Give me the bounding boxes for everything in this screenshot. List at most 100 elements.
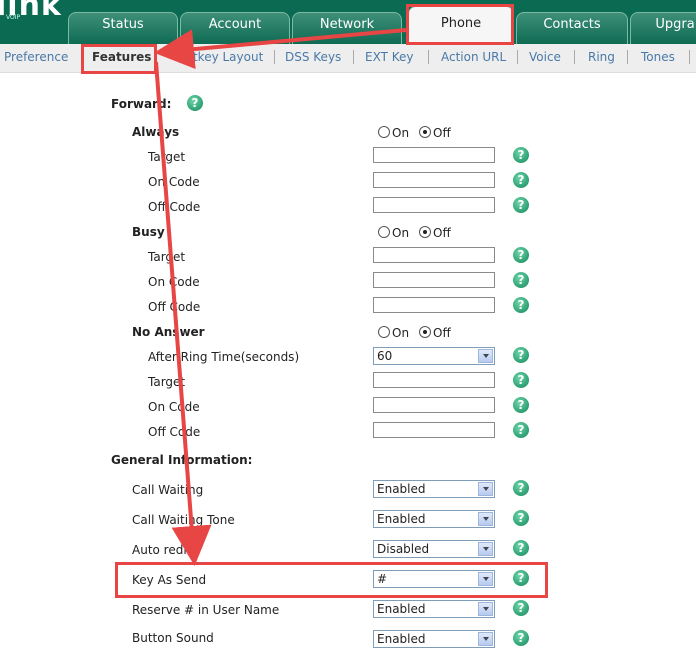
help-icon[interactable]: ? — [513, 197, 529, 213]
always-target-label: Target — [148, 150, 186, 164]
busy-off-code-input[interactable] — [373, 297, 495, 313]
brand-logo-sub: VOIP — [6, 14, 21, 21]
no-answer-target-label: Target — [148, 375, 186, 389]
always-off-radio[interactable] — [419, 126, 431, 138]
reserve-hash-select[interactable]: Enabled — [373, 600, 495, 618]
busy-off-radio[interactable] — [419, 226, 431, 238]
no-answer-on-code-label: On Code — [148, 400, 200, 414]
tab-contacts[interactable]: Contacts — [516, 12, 628, 44]
always-off-label: Off — [433, 126, 451, 140]
tab-status[interactable]: Status — [68, 12, 178, 44]
subnav-divider — [689, 50, 690, 64]
no-answer-on-radio[interactable] — [378, 326, 390, 338]
forward-section-title: Forward: — [111, 97, 172, 111]
chevron-down-icon[interactable] — [478, 512, 493, 526]
after-ring-time-select[interactable]: 60 — [373, 347, 495, 365]
no-answer-target-input[interactable] — [373, 372, 495, 388]
general-section-title: General Information: — [111, 453, 253, 467]
help-icon[interactable]: ? — [513, 172, 529, 188]
help-icon[interactable]: ? — [513, 272, 529, 288]
tab-upgrade[interactable]: Upgra — [630, 12, 696, 44]
busy-target-input[interactable] — [373, 247, 495, 263]
no-answer-off-code-input[interactable] — [373, 422, 495, 438]
call-waiting-select[interactable]: Enabled — [373, 480, 495, 498]
call-waiting-value: Enabled — [377, 482, 426, 496]
button-sound-select[interactable]: Enabled — [373, 630, 495, 648]
help-icon[interactable]: ? — [513, 480, 529, 496]
always-on-radio[interactable] — [378, 126, 390, 138]
top-header: link VOIP Status Account Network Phone C… — [0, 0, 696, 44]
chevron-down-icon[interactable] — [478, 602, 493, 616]
no-answer-off-radio[interactable] — [419, 326, 431, 338]
subnav-ext-key[interactable]: EXT Key — [365, 50, 414, 64]
busy-on-code-label: On Code — [148, 275, 200, 289]
no-answer-label: No Answer — [132, 325, 205, 339]
help-icon[interactable]: ? — [513, 247, 529, 263]
busy-off-code-label: Off Code — [148, 300, 201, 314]
subnav-preference[interactable]: Preference — [4, 50, 68, 64]
subnav-divider — [574, 50, 575, 64]
auto-redial-value: Disabled — [377, 542, 430, 556]
always-target-input[interactable] — [373, 147, 495, 163]
subnav-divider — [353, 50, 354, 64]
help-icon[interactable]: ? — [513, 540, 529, 556]
busy-target-label: Target — [148, 250, 186, 264]
subnav-tones[interactable]: Tones — [641, 50, 675, 64]
tab-network[interactable]: Network — [292, 12, 402, 44]
busy-on-code-input[interactable] — [373, 272, 495, 288]
always-off-code-input[interactable] — [373, 197, 495, 213]
subnav-action-url[interactable]: Action URL — [441, 50, 506, 64]
annotation-box-phone-tab — [406, 4, 514, 45]
chevron-down-icon[interactable] — [478, 349, 493, 363]
subnav-divider — [517, 50, 518, 64]
call-waiting-tone-label: Call Waiting Tone — [132, 513, 235, 527]
help-icon[interactable]: ? — [513, 397, 529, 413]
help-icon[interactable]: ? — [513, 630, 529, 646]
subnav-softkey-layout[interactable]: Softkey Layout — [174, 50, 263, 64]
no-answer-on-code-input[interactable] — [373, 397, 495, 413]
busy-label: Busy — [132, 225, 165, 239]
help-icon[interactable]: ? — [513, 372, 529, 388]
no-answer-off-label: Off — [433, 326, 451, 340]
call-waiting-tone-select[interactable]: Enabled — [373, 510, 495, 528]
annotation-arrows — [154, 28, 407, 566]
after-ring-time-label: After Ring Time(seconds) — [148, 350, 300, 364]
subnav-ring[interactable]: Ring — [588, 50, 615, 64]
busy-on-label: On — [392, 226, 410, 240]
help-icon[interactable]: ? — [513, 422, 529, 438]
auto-redial-label: Auto redial — [132, 543, 198, 557]
subnav-voice[interactable]: Voice — [529, 50, 561, 64]
chevron-down-icon[interactable] — [478, 542, 493, 556]
always-on-code-input[interactable] — [373, 172, 495, 188]
reserve-hash-value: Enabled — [377, 602, 426, 616]
auto-redial-select[interactable]: Disabled — [373, 540, 495, 558]
forward-help-icon[interactable]: ? — [187, 95, 203, 111]
call-waiting-label: Call Waiting — [132, 483, 204, 497]
no-answer-on-label: On — [392, 326, 410, 340]
button-sound-value: Enabled — [377, 632, 426, 646]
button-sound-label: Button Sound — [132, 631, 214, 645]
chevron-down-icon[interactable] — [478, 482, 493, 496]
call-waiting-tone-value: Enabled — [377, 512, 426, 526]
busy-off-label: Off — [433, 226, 451, 240]
help-icon[interactable]: ? — [513, 600, 529, 616]
after-ring-time-value: 60 — [377, 349, 393, 363]
subnav-divider — [627, 50, 628, 64]
always-on-label: On — [392, 126, 410, 140]
help-icon[interactable]: ? — [513, 510, 529, 526]
annotation-box-key-as-send — [115, 562, 548, 598]
tab-account[interactable]: Account — [180, 12, 290, 44]
subnav-dss-keys[interactable]: DSS Keys — [285, 50, 341, 64]
always-label: Always — [132, 125, 180, 139]
busy-on-radio[interactable] — [378, 226, 390, 238]
no-answer-off-code-label: Off Code — [148, 425, 201, 439]
subnav-divider — [428, 50, 429, 64]
annotation-box-features — [81, 44, 157, 74]
reserve-hash-label: Reserve # in User Name — [132, 603, 280, 617]
always-on-code-label: On Code — [148, 175, 200, 189]
subnav-divider — [274, 50, 275, 64]
help-icon[interactable]: ? — [513, 347, 529, 363]
help-icon[interactable]: ? — [513, 147, 529, 163]
chevron-down-icon[interactable] — [478, 632, 493, 646]
help-icon[interactable]: ? — [513, 297, 529, 313]
